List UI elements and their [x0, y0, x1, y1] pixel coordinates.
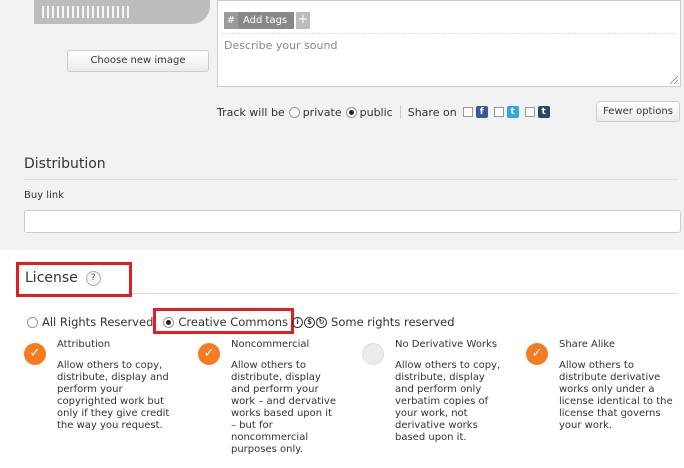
visibility-row: Track will be private public Share on f … — [217, 103, 550, 121]
hash-icon: # — [224, 12, 238, 29]
distribution-section: Distribution Buy link — [0, 132, 684, 250]
cc-icons: i $ ↻ — [292, 316, 328, 328]
public-radio[interactable] — [345, 106, 357, 118]
upload-panel: Choose new image # Add tags + Describe y… — [0, 0, 684, 132]
divider — [24, 179, 678, 180]
facebook-checkbox[interactable] — [462, 107, 473, 117]
tumblr-checkbox[interactable] — [524, 107, 535, 117]
waveform-image — [42, 6, 132, 18]
option-description: Allow others to copy, distribute, displa… — [57, 360, 170, 431]
add-tags-input[interactable]: Add tags — [238, 12, 294, 29]
some-rights-reserved-label: Some rights reserved — [331, 315, 455, 329]
tumblr-icon: t — [537, 106, 550, 118]
visibility-label: Track will be — [217, 105, 285, 119]
all-rights-reserved-label: All Rights Reserved — [42, 315, 154, 329]
add-tag-button[interactable]: + — [296, 12, 310, 29]
cc-nc-icon: $ — [304, 316, 316, 328]
check-icon[interactable]: ✓ — [198, 343, 220, 365]
option-description: Allow others to distribute, display and … — [231, 360, 336, 455]
license-title: License — [25, 270, 78, 286]
buy-link-input[interactable] — [24, 210, 681, 233]
public-label: public — [359, 105, 393, 119]
separator — [399, 105, 401, 119]
unchecked-circle-icon[interactable] — [362, 343, 384, 365]
option-title: No Derivative Works — [395, 339, 498, 350]
check-icon[interactable]: ✓ — [526, 343, 548, 365]
fewer-options-button[interactable]: Fewer options — [596, 101, 680, 122]
cc-by-icon: i — [292, 316, 304, 328]
description-box[interactable]: # Add tags + Describe your sound — [217, 0, 681, 87]
option-title: Noncommercial — [231, 339, 310, 350]
option-title: Share Alike — [559, 339, 616, 350]
description-textarea[interactable]: Describe your sound — [224, 39, 337, 52]
check-icon[interactable]: ✓ — [24, 343, 46, 365]
twitter-icon: t — [506, 106, 519, 118]
facebook-icon: f — [475, 106, 488, 118]
creative-commons-label: Creative Commons — [178, 315, 289, 329]
buy-link-label: Buy link — [24, 190, 64, 201]
help-icon[interactable]: ? — [85, 270, 101, 286]
option-description: Allow others to distribute derivative wo… — [559, 360, 673, 431]
private-label: private — [302, 105, 342, 119]
artwork-thumbnail — [34, 0, 210, 24]
tag-editor[interactable]: # Add tags + — [224, 12, 310, 29]
choose-new-image-button[interactable]: Choose new image — [67, 50, 209, 72]
artwork-area: Choose new image — [24, 0, 210, 82]
share-label: Share on — [407, 105, 457, 119]
divider — [132, 293, 678, 294]
license-heading: License ? — [25, 270, 101, 286]
resize-handle-icon[interactable] — [670, 76, 678, 84]
option-title: Attribution — [57, 339, 111, 350]
all-rights-reserved-radio[interactable] — [27, 316, 38, 328]
twitter-checkbox[interactable] — [493, 107, 504, 117]
option-description: Allow others to copy, distribute, displa… — [395, 360, 501, 443]
creative-commons-radio[interactable] — [163, 316, 175, 328]
license-options: All Rights Reserved Creative Commons i $… — [27, 314, 455, 330]
private-radio[interactable] — [288, 106, 300, 118]
divider — [222, 33, 676, 34]
distribution-title: Distribution — [24, 156, 106, 172]
cc-sa-icon: ↻ — [316, 316, 328, 328]
